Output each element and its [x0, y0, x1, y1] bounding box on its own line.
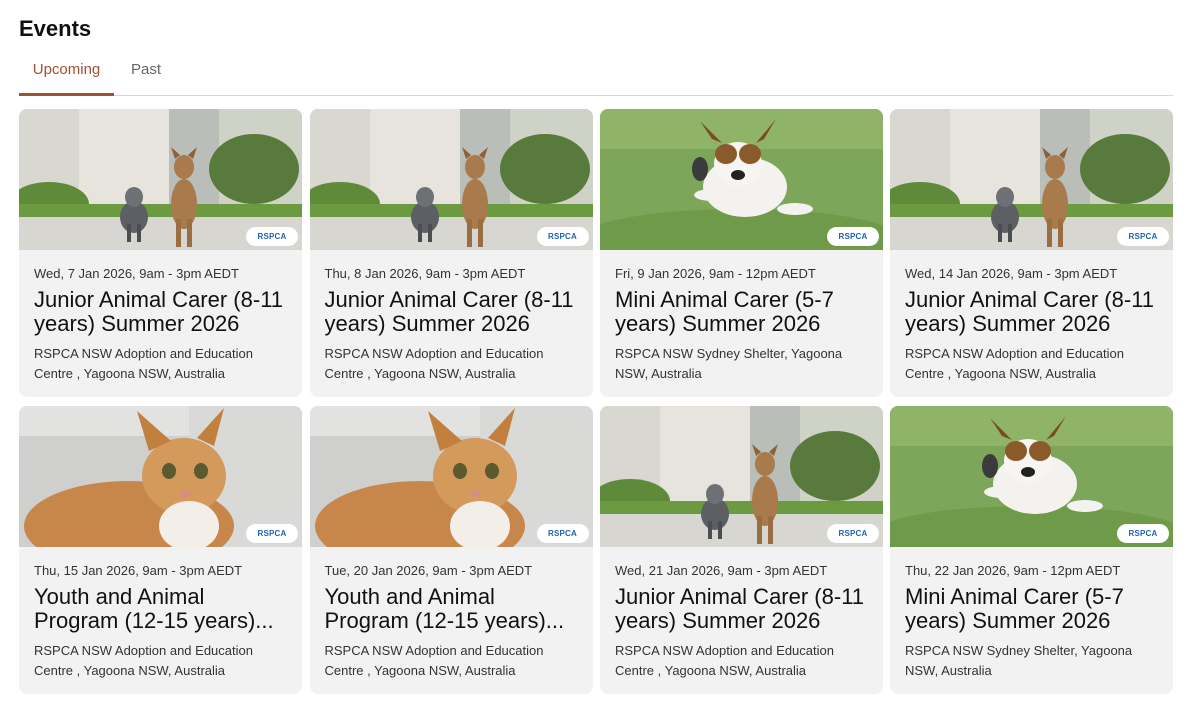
event-card[interactable]: RSPCA Fri, 9 Jan 2026, 9am - 12pm AEDT M…: [600, 109, 883, 397]
event-card[interactable]: RSPCA Thu, 15 Jan 2026, 9am - 3pm AEDT Y…: [19, 406, 302, 694]
event-location: RSPCA NSW Adoption and Education Centre …: [324, 643, 544, 678]
rspca-logo: RSPCA: [246, 227, 298, 246]
event-location: RSPCA NSW Adoption and Education Centre …: [34, 346, 253, 381]
event-date: Wed, 14 Jan 2026, 9am - 3pm AEDT: [905, 266, 1118, 281]
event-image: RSPCA: [309, 109, 593, 250]
event-image: RSPCA: [19, 406, 302, 547]
event-location: RSPCA NSW Sydney Shelter, Yagoona NSW, A…: [905, 643, 1133, 678]
page-title: Events: [19, 16, 92, 41]
tab-past[interactable]: Past: [125, 53, 167, 93]
tab-upcoming[interactable]: Upcoming: [19, 53, 114, 96]
event-title[interactable]: Junior Animal Carer (8-11 years) Summer …: [905, 288, 1158, 336]
event-title[interactable]: Junior Animal Carer (8-11 years) Summer …: [325, 288, 578, 336]
event-image: RSPCA: [600, 406, 883, 547]
rspca-logo: RSPCA: [246, 524, 298, 543]
event-card[interactable]: RSPCA Thu, 22 Jan 2026, 9am - 12pm AEDT …: [890, 406, 1173, 694]
rspca-logo: RSPCA: [827, 524, 879, 543]
event-date: Fri, 9 Jan 2026, 9am - 12pm AEDT: [615, 266, 816, 281]
rspca-logo: RSPCA: [1117, 227, 1169, 246]
rspca-logo: RSPCA: [827, 227, 879, 246]
event-location: RSPCA NSW Adoption and Education Centre …: [615, 643, 834, 678]
event-date: Thu, 8 Jan 2026, 9am - 3pm AEDT: [324, 266, 526, 281]
event-date: Thu, 15 Jan 2026, 9am - 3pm AEDT: [34, 563, 243, 578]
event-location: RSPCA NSW Adoption and Education Centre …: [905, 346, 1124, 381]
event-date: Wed, 7 Jan 2026, 9am - 3pm AEDT: [34, 266, 239, 281]
event-image: RSPCA: [890, 406, 1173, 547]
events-grid: RSPCA Wed, 7 Jan 2026, 9am - 3pm AEDT Ju…: [19, 109, 1173, 699]
event-title[interactable]: Youth and Animal Program (12-15 years)..…: [34, 585, 287, 633]
event-location: RSPCA NSW Adoption and Education Centre …: [324, 346, 544, 381]
event-location: RSPCA NSW Adoption and Education Centre …: [34, 643, 253, 678]
event-tabs: Upcoming Past: [19, 53, 1173, 96]
event-image: RSPCA: [309, 406, 593, 547]
event-title[interactable]: Mini Animal Carer (5-7 years) Summer 202…: [905, 585, 1158, 633]
event-card[interactable]: RSPCA Wed, 7 Jan 2026, 9am - 3pm AEDT Ju…: [19, 109, 302, 397]
event-card[interactable]: RSPCA Wed, 21 Jan 2026, 9am - 3pm AEDT J…: [600, 406, 883, 694]
event-title[interactable]: Mini Animal Carer (5-7 years) Summer 202…: [615, 288, 868, 336]
event-title[interactable]: Junior Animal Carer (8-11 years) Summer …: [615, 585, 868, 633]
rspca-logo: RSPCA: [536, 524, 589, 543]
event-title[interactable]: Youth and Animal Program (12-15 years)..…: [325, 585, 578, 633]
event-image: RSPCA: [19, 109, 302, 250]
event-date: Tue, 20 Jan 2026, 9am - 3pm AEDT: [324, 563, 533, 578]
event-image: RSPCA: [600, 109, 883, 250]
event-date: Thu, 22 Jan 2026, 9am - 12pm AEDT: [905, 563, 1121, 578]
event-card[interactable]: RSPCA Wed, 14 Jan 2026, 9am - 3pm AEDT J…: [890, 109, 1173, 397]
rspca-logo: RSPCA: [536, 227, 589, 246]
event-card[interactable]: RSPCA Tue, 20 Jan 2026, 9am - 3pm AEDT Y…: [309, 406, 593, 694]
rspca-logo: RSPCA: [1117, 524, 1169, 543]
event-card[interactable]: RSPCA Thu, 8 Jan 2026, 9am - 3pm AEDT Ju…: [309, 109, 593, 397]
event-title[interactable]: Junior Animal Carer (8-11 years) Summer …: [34, 288, 287, 336]
event-location: RSPCA NSW Sydney Shelter, Yagoona NSW, A…: [615, 346, 843, 381]
event-image: RSPCA: [890, 109, 1173, 250]
event-date: Wed, 21 Jan 2026, 9am - 3pm AEDT: [615, 563, 828, 578]
